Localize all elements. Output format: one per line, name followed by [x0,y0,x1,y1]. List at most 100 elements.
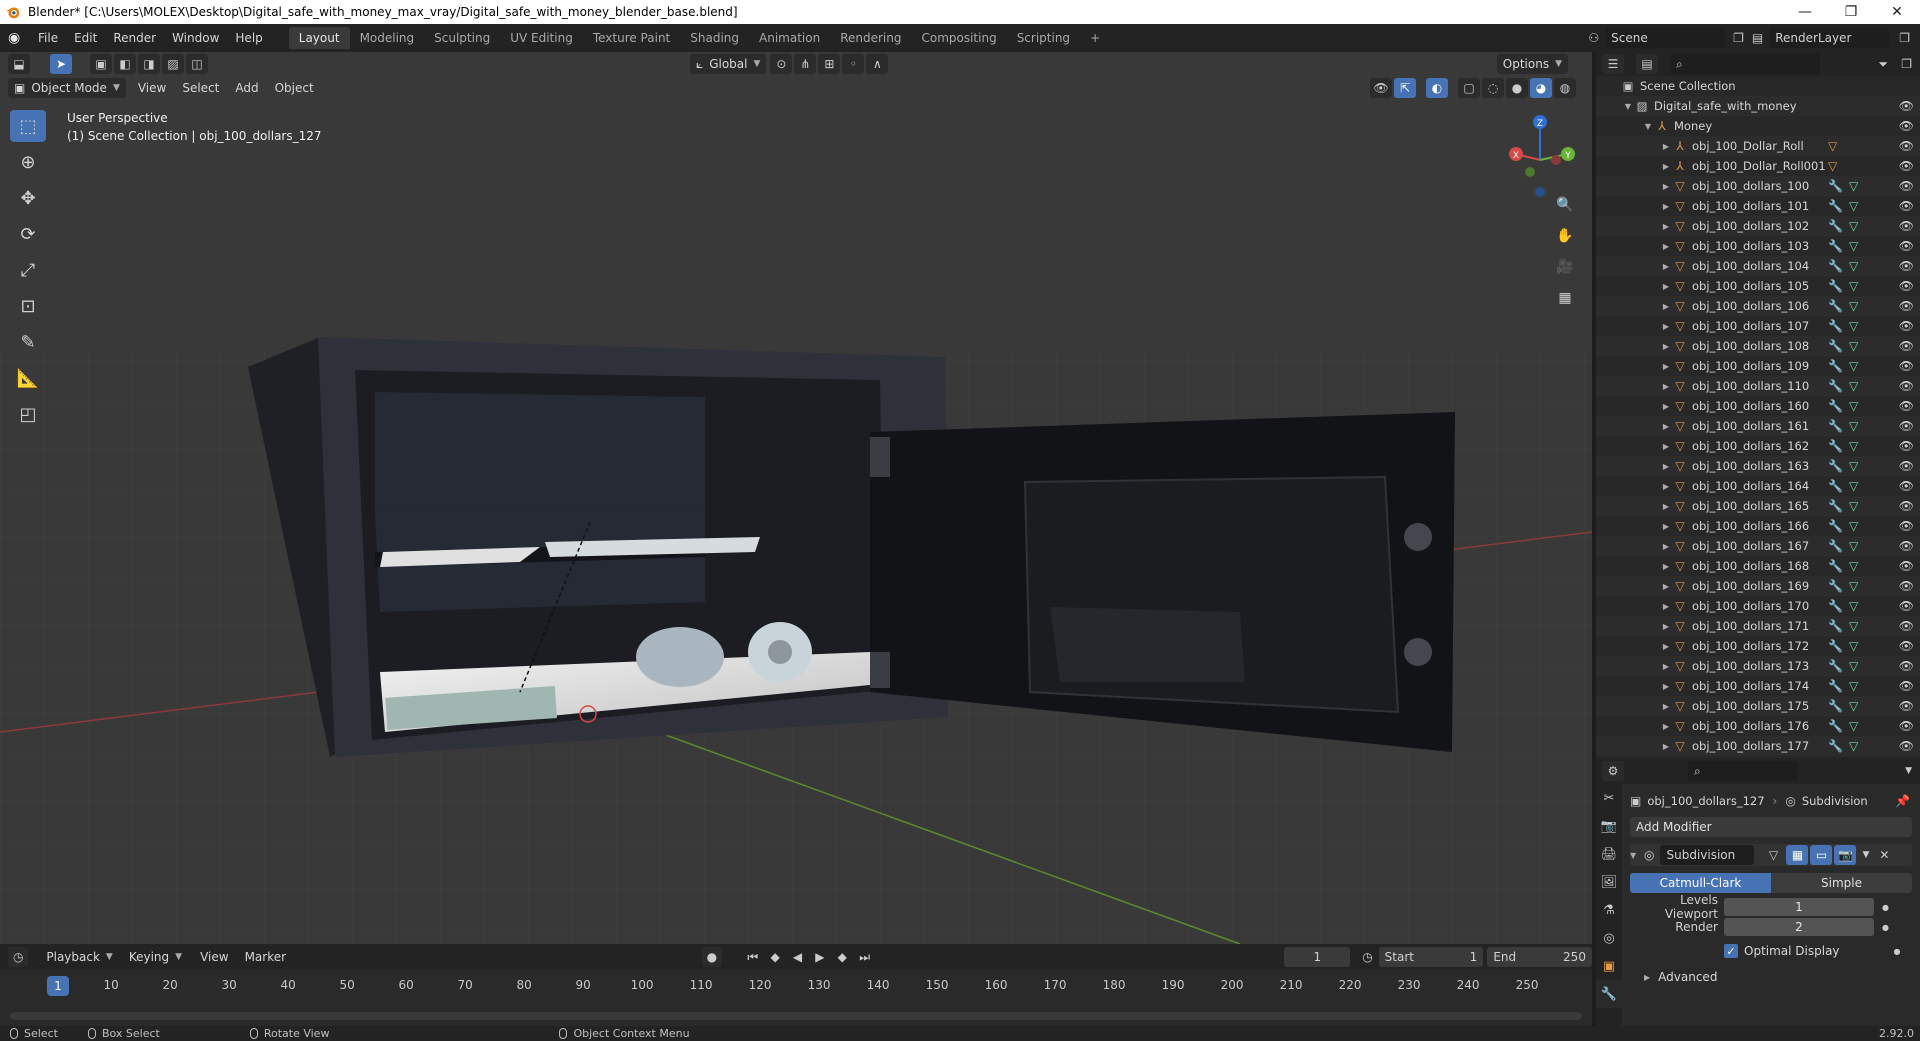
outliner-group-money[interactable]: ▼ ⅄ Money 👁 [1596,116,1920,136]
menu-help[interactable]: Help [227,31,270,45]
proportional-edit-icon[interactable]: ◦ [842,54,865,74]
modifier-wrench-icon[interactable]: 🔧 [1828,639,1843,653]
expand-triangle-icon[interactable]: ▶ [1660,182,1672,191]
expand-triangle-icon[interactable]: ▶ [1660,742,1672,751]
expand-triangle-icon[interactable]: ▶ [1660,442,1672,451]
mesh-data-icon[interactable]: ▽ [1849,459,1858,473]
eye-icon[interactable]: 👁 [1899,319,1914,333]
outliner-object-item[interactable]: ▶ ▽ obj_100_dollars_105 🔧 ▽ 👁 [1596,276,1920,296]
collapse-modifier-icon[interactable]: ▼ [1630,851,1644,860]
render-toggle-icon[interactable]: 📷 [1834,845,1857,865]
gizmo-icon[interactable]: ⇱ [1394,78,1416,98]
expand-triangle-icon[interactable]: ▶ [1660,562,1672,571]
mesh-data-icon[interactable]: ▽ [1849,299,1858,313]
mesh-data-icon[interactable]: ▽ [1849,519,1858,533]
view-layer-tab-icon[interactable]: 🖼 [1596,868,1622,896]
modifier-wrench-icon[interactable]: 🔧 [1828,279,1843,293]
shading-wireframe-icon[interactable]: ◌ [1482,78,1504,98]
outliner-roll-item[interactable]: ▶ ⅄ obj_100_Dollar_Roll ▽ 👁 [1596,136,1920,156]
tab-shading[interactable]: Shading [680,27,749,49]
pin-icon[interactable]: 📌 [1895,794,1910,808]
expand-triangle-icon[interactable]: ▶ [1660,702,1672,711]
expand-triangle-icon[interactable]: ▶ [1660,342,1672,351]
mesh-data-icon[interactable]: ▽ [1849,219,1858,233]
scene-tab-icon[interactable]: ⚗ [1596,896,1622,924]
modifier-wrench-icon[interactable]: 🔧 [1828,319,1843,333]
expand-triangle-icon[interactable]: ▶ [1660,422,1672,431]
current-frame-field[interactable]: 1 [1284,947,1351,967]
expand-triangle-icon[interactable]: ▶ [1660,602,1672,611]
levels-viewport-slider[interactable]: 1 [1724,898,1874,916]
tab-modeling[interactable]: Modeling [350,27,425,49]
outliner-object-item[interactable]: ▶ ▽ obj_100_dollars_176 🔧 ▽ 👁 [1596,716,1920,736]
pivot-point-icon[interactable]: ⊙ [770,54,793,74]
mesh-data-icon[interactable]: ▽ [1849,639,1858,653]
eye-icon[interactable]: 👁 [1899,579,1914,593]
eye-icon[interactable]: 👁 [1899,119,1914,133]
editor-type-icon[interactable]: ⬓ [8,54,30,74]
advanced-section-label[interactable]: Advanced [1658,970,1717,984]
outliner-object-item[interactable]: ▶ ▽ obj_100_dollars_172 🔧 ▽ 👁 [1596,636,1920,656]
tab-layout[interactable]: Layout [288,27,350,49]
menu-object[interactable]: Object [267,81,322,95]
tool-tab-icon[interactable]: ✂ [1596,784,1622,812]
viewport-toggle-icon[interactable]: ▭ [1810,845,1833,865]
outliner-object-item[interactable]: ▶ ▽ obj_100_dollars_101 🔧 ▽ 👁 [1596,196,1920,216]
outliner-object-item[interactable]: ▶ ▽ obj_100_dollars_110 🔧 ▽ 👁 [1596,376,1920,396]
mesh-data-icon[interactable]: ▽ [1849,679,1858,693]
cage-toggle-icon[interactable]: ▦ [1786,845,1809,865]
expand-triangle-icon[interactable]: ▶ [1660,622,1672,631]
zoom-icon[interactable]: 🔍 [1552,192,1578,218]
expand-triangle-icon[interactable]: ▶ [1660,162,1672,171]
modifier-wrench-icon[interactable]: 🔧 [1828,399,1843,413]
mesh-data-icon[interactable]: ▽ [1849,599,1858,613]
expand-triangle-icon[interactable]: ▶ [1660,542,1672,551]
tab-animation[interactable]: Animation [749,27,830,49]
eye-icon[interactable]: 👁 [1899,339,1914,353]
properties-editor-type-icon[interactable]: ⚙ [1602,761,1624,781]
shading-material-icon[interactable]: ◕ [1530,78,1552,98]
expand-triangle-icon[interactable]: ▶ [1660,382,1672,391]
mesh-data-icon[interactable]: ▽ [1849,539,1858,553]
eye-icon[interactable]: 👁 [1899,279,1914,293]
mesh-data-icon[interactable]: ▽ [1849,199,1858,213]
mesh-data-icon[interactable]: ▽ [1849,719,1858,733]
eye-icon[interactable]: 👁 [1899,219,1914,233]
timeline-scrollbar[interactable] [10,1012,1582,1020]
outliner-scene-collection[interactable]: ▣ Scene Collection [1596,76,1920,96]
outliner-object-item[interactable]: ▶ ▽ obj_100_dollars_165 🔧 ▽ 👁 [1596,496,1920,516]
scale-tool-icon[interactable]: ⤢ [10,254,46,286]
eye-icon[interactable]: 👁 [1899,179,1914,193]
outliner-object-item[interactable]: ▶ ▽ obj_100_dollars_102 🔧 ▽ 👁 [1596,216,1920,236]
jump-end-icon[interactable]: ⏭ [854,947,874,967]
snap-icon[interactable]: ⋔ [794,54,817,74]
modifier-name-field[interactable]: Subdivision [1660,845,1755,865]
shading-solid-icon[interactable]: ● [1506,78,1528,98]
eye-icon[interactable]: 👁 [1899,459,1914,473]
next-keyframe-icon[interactable]: ◆ [832,947,852,967]
end-frame-field[interactable]: End 250 [1487,947,1592,967]
modifier-wrench-icon[interactable]: 🔧 [1828,199,1843,213]
expand-triangle-icon[interactable]: ▶ [1660,662,1672,671]
tab-scripting[interactable]: Scripting [1007,27,1080,49]
timeline-ruler[interactable]: 1 10 20 30 40 50 60 70 80 90 100 110 120 130 140 150 160… [0,976,1592,998]
menu-select[interactable]: Select [174,81,227,95]
object-mode-dropdown[interactable]: ▣ Object Mode ▼ [8,78,126,98]
modifier-wrench-icon[interactable]: 🔧 [1828,479,1843,493]
outliner-object-item[interactable]: ▶ ▽ obj_100_dollars_168 🔧 ▽ 👁 [1596,556,1920,576]
mesh-data-icon[interactable]: ▽ [1849,339,1858,353]
select-extend-icon[interactable]: ◧ [114,54,136,74]
modifier-wrench-icon[interactable]: 🔧 [1828,519,1843,533]
move-tool-icon[interactable]: ✥ [10,182,46,214]
modifier-menu-chevron-icon[interactable]: ▼ [1862,850,1869,860]
eye-icon[interactable]: 👁 [1899,359,1914,373]
expand-advanced-icon[interactable]: ▶ [1644,973,1650,982]
playback-dropdown[interactable]: Playback ▼ [40,947,118,967]
expand-triangle-icon[interactable]: ▶ [1660,462,1672,471]
falloff-icon[interactable]: ∧ [866,54,889,74]
eye-icon[interactable]: 👁 [1899,619,1914,633]
expand-triangle-icon[interactable]: ▶ [1660,282,1672,291]
snap-target-icon[interactable]: ⊞ [818,54,841,74]
outliner-object-item[interactable]: ▶ ▽ obj_100_dollars_166 🔧 ▽ 👁 [1596,516,1920,536]
outliner-object-item[interactable]: ▶ ▽ obj_100_dollars_160 🔧 ▽ 👁 [1596,396,1920,416]
